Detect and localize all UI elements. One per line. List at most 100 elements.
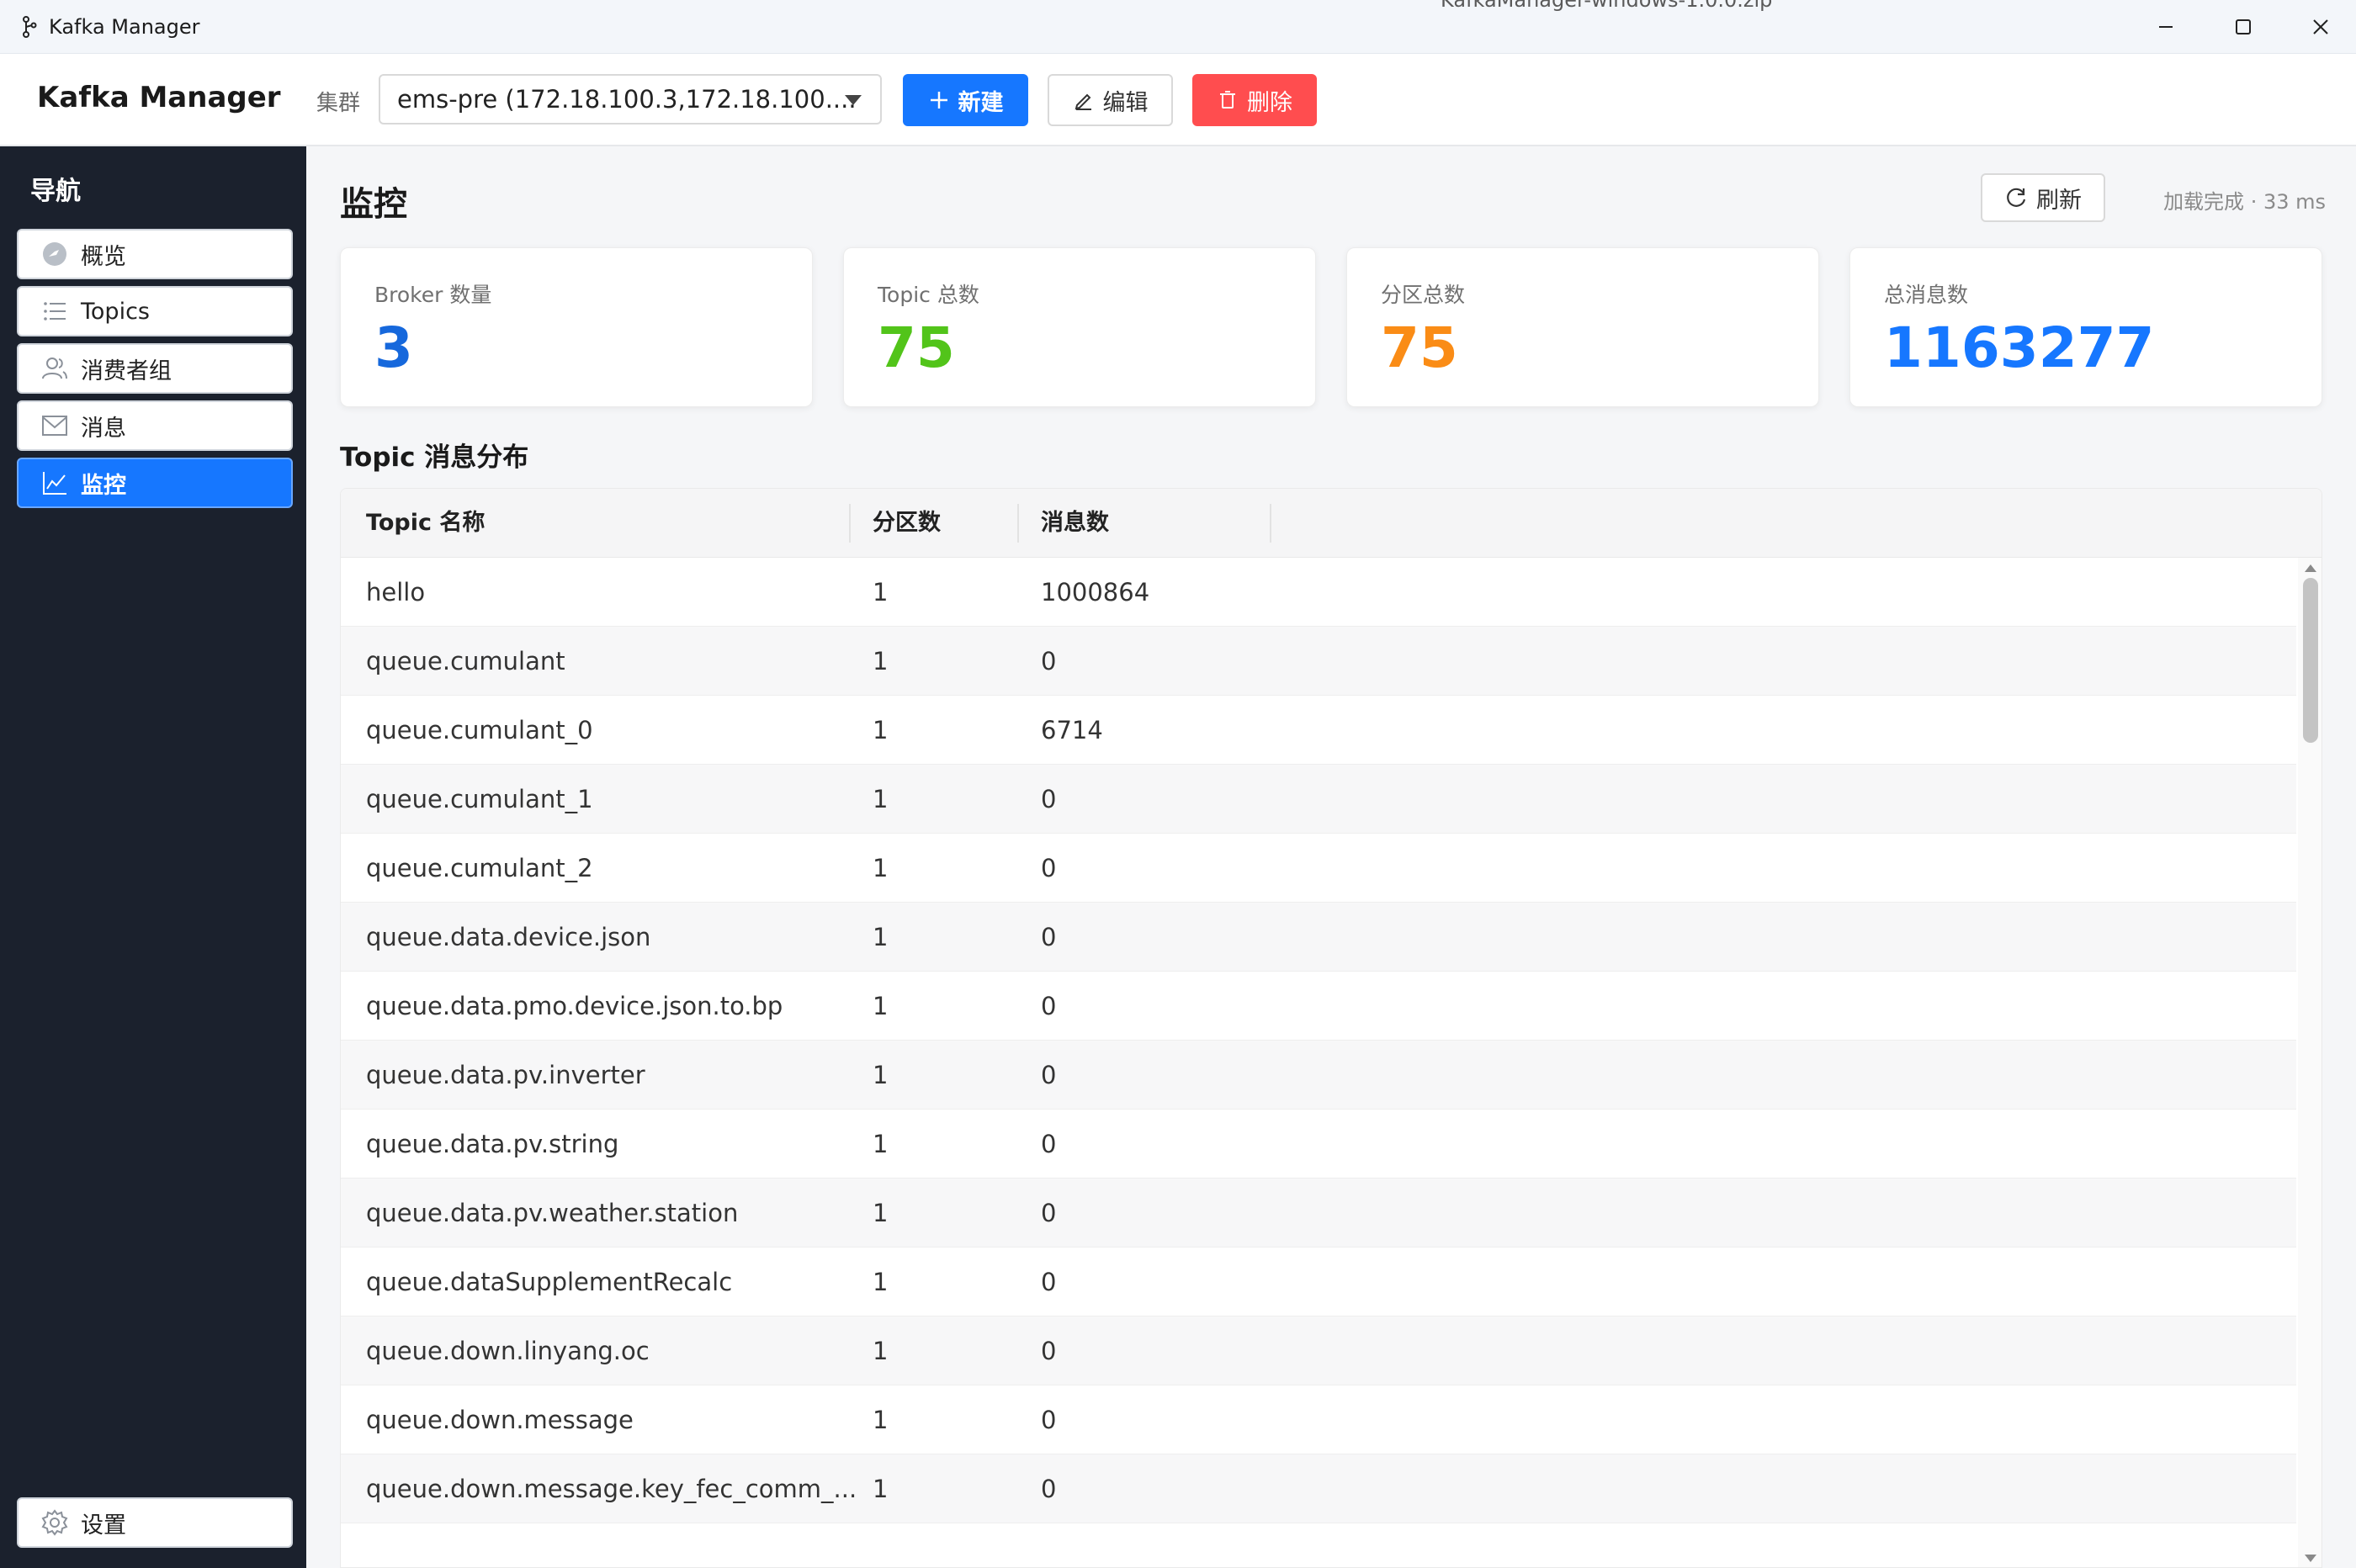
stat-label: 总消息数 [1884, 283, 1969, 307]
table-row[interactable]: queue.down.message 1 0 [341, 1385, 2296, 1454]
cell-messages: 0 [1041, 854, 1057, 882]
column-header-partitions[interactable]: 分区数 [873, 489, 941, 558]
scroll-down-icon[interactable] [2305, 1555, 2316, 1562]
sidebar-item-monitor[interactable]: 监控 [17, 458, 293, 508]
column-header-messages[interactable]: 消息数 [1041, 489, 1109, 558]
line-chart-icon [43, 472, 66, 495]
cell-partitions: 1 [873, 1268, 889, 1296]
table-row[interactable]: queue.cumulant 1 0 [341, 627, 2296, 696]
window-title: Kafka Manager [49, 15, 200, 39]
edit-button-label: 编辑 [1102, 89, 1149, 116]
close-window-button[interactable] [2282, 0, 2356, 54]
dashboard-icon [43, 242, 66, 266]
new-button[interactable]: 新建 [903, 74, 1028, 126]
scrollbar-thumb[interactable] [2303, 578, 2318, 743]
cell-messages: 1000864 [1041, 578, 1150, 607]
topic-message-table: Topic 名称 分区数 消息数 hello 1 1000864 queue.cumu… [340, 488, 2322, 1568]
stat-card-partitions: 分区总数 75 [1346, 247, 1819, 407]
stat-card-brokers: Broker 数量 3 [340, 247, 813, 407]
scroll-up-icon[interactable] [2305, 564, 2316, 572]
sidebar-item-consumer-groups[interactable]: 消费者组 [17, 343, 293, 394]
sidebar: 导航 概览 Topics 消费者组 消息 监控 设置 [0, 146, 306, 1568]
refresh-icon [2007, 188, 2026, 207]
trash-icon [1220, 91, 1235, 109]
cell-messages: 0 [1041, 1337, 1057, 1365]
nav-title: 导航 [30, 177, 81, 206]
table-scrollbar[interactable] [2298, 558, 2322, 1567]
stat-card-topics: Topic 总数 75 [843, 247, 1316, 407]
table-row[interactable]: hello 1 1000864 [341, 558, 2296, 627]
cell-name: hello [366, 578, 426, 607]
refresh-button[interactable]: 刷新 [1981, 173, 2105, 222]
cell-name: queue.cumulant_1 [366, 785, 593, 813]
window-title-bar: KafkaManager-windows-1.0.0.zip Kafka Man… [0, 0, 2356, 54]
cell-messages: 0 [1041, 1130, 1057, 1158]
cell-name: queue.down.message.key_fec_comm_... [366, 1475, 857, 1503]
cell-messages: 6714 [1041, 716, 1103, 744]
cluster-select[interactable]: ems-pre (172.18.100.3,172.18.100.... [379, 74, 882, 124]
edit-icon [1075, 93, 1091, 110]
gear-icon [41, 1509, 68, 1536]
main-content: 监控 刷新 加载完成 · 33 ms Broker 数量 3 Topic 总数 … [306, 146, 2356, 1568]
table-row[interactable]: queue.data.pv.inverter 1 0 [341, 1041, 2296, 1110]
maximize-icon [2236, 19, 2251, 34]
close-icon [2313, 19, 2328, 34]
table-row[interactable]: queue.down.linyang.oc 1 0 [341, 1316, 2296, 1385]
table-header: Topic 名称 分区数 消息数 [341, 489, 2322, 558]
cell-messages: 0 [1041, 1475, 1057, 1503]
cell-name: queue.down.message [366, 1406, 634, 1434]
cell-partitions: 1 [873, 1130, 889, 1158]
brand-title: Kafka Manager [37, 81, 281, 114]
edit-button[interactable]: 编辑 [1048, 74, 1173, 126]
cell-name: queue.data.pmo.device.json.to.bp [366, 992, 783, 1020]
sidebar-item-label: 概览 [81, 243, 126, 270]
sidebar-item-topics[interactable]: Topics [17, 286, 293, 336]
cell-partitions: 1 [873, 854, 889, 882]
stat-value: 1163277 [1884, 315, 2155, 380]
sidebar-item-label: 设置 [81, 1512, 126, 1539]
table-row[interactable]: queue.data.pv.string 1 0 [341, 1110, 2296, 1179]
refresh-button-label: 刷新 [2036, 187, 2082, 214]
delete-button[interactable]: 删除 [1192, 74, 1317, 126]
table-row[interactable]: queue.down.message.key_fec_comm_... 1 0 [341, 1454, 2296, 1523]
cell-partitions: 1 [873, 1199, 889, 1227]
table-row[interactable]: queue.data.pmo.device.json.to.bp 1 0 [341, 972, 2296, 1041]
sidebar-item-overview[interactable]: 概览 [17, 229, 293, 279]
cell-partitions: 1 [873, 1061, 889, 1089]
minimize-icon [2159, 26, 2173, 28]
sidebar-item-label: 消费者组 [81, 358, 172, 384]
cell-partitions: 1 [873, 1337, 889, 1365]
table-row[interactable]: queue.cumulant_2 1 0 [341, 834, 2296, 903]
cell-messages: 0 [1041, 1061, 1057, 1089]
cell-name: queue.cumulant_2 [366, 854, 593, 882]
sidebar-item-messages[interactable]: 消息 [17, 400, 293, 451]
cell-messages: 0 [1041, 1268, 1057, 1296]
users-icon [42, 358, 67, 379]
table-row[interactable]: queue.data.pv.weather.station 1 0 [341, 1179, 2296, 1248]
table-row[interactable]: queue.cumulant_0 1 6714 [341, 696, 2296, 765]
stat-label: Broker 数量 [374, 283, 492, 307]
minimize-button[interactable] [2127, 0, 2205, 54]
column-divider [1017, 504, 1019, 543]
sidebar-item-label: Topics [81, 298, 150, 325]
table-row[interactable]: queue.dataSupplementRecalc 1 0 [341, 1248, 2296, 1316]
background-window-text: KafkaManager-windows-1.0.0.zip [1441, 0, 1773, 12]
table-row[interactable]: queue.cumulant_1 1 0 [341, 765, 2296, 834]
sidebar-item-settings[interactable]: 设置 [17, 1497, 293, 1548]
cell-messages: 0 [1041, 992, 1057, 1020]
stat-label: 分区总数 [1381, 283, 1466, 307]
column-header-name[interactable]: Topic 名称 [366, 489, 485, 558]
cell-partitions: 1 [873, 1406, 889, 1434]
list-icon [44, 302, 66, 320]
mail-icon [42, 416, 67, 436]
section-title: Topic 消息分布 [340, 442, 529, 473]
cell-partitions: 1 [873, 647, 889, 675]
maximize-button[interactable] [2205, 0, 2282, 54]
table-row[interactable]: queue.data.device.json 1 0 [341, 903, 2296, 972]
table-body: hello 1 1000864 queue.cumulant 1 0 queue.cumul… [341, 558, 2296, 1567]
cell-partitions: 1 [873, 578, 889, 607]
stat-card-messages: 总消息数 1163277 [1849, 247, 2322, 407]
cell-name: queue.down.linyang.oc [366, 1337, 650, 1365]
cluster-label: 集群 [316, 91, 361, 116]
cell-name: queue.data.pv.string [366, 1130, 619, 1158]
